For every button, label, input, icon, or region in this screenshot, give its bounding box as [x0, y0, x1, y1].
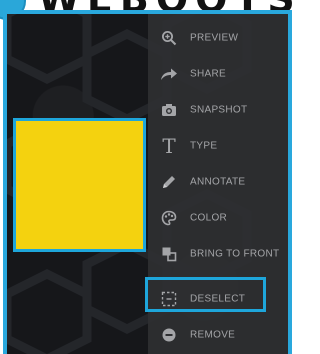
menu-item-label: SHARE [190, 68, 226, 80]
menu-item-label: PREVIEW [190, 32, 239, 44]
menu-item-preview[interactable]: PREVIEW [148, 21, 288, 55]
selected-yellow-layer[interactable] [13, 118, 146, 252]
menu-item-label: DESELECT [190, 293, 246, 305]
share-arrow-icon [159, 64, 179, 84]
palette-icon [159, 208, 179, 228]
menu-item-deselect[interactable]: DESELECT [148, 282, 288, 316]
pencil-icon [159, 172, 179, 192]
menu-item-label: SNAPSHOT [190, 104, 248, 116]
menu-item-color[interactable]: COLOR [148, 201, 288, 235]
menu-item-label: COLOR [190, 212, 228, 224]
menu-item-bring-to-front[interactable]: BRING TO FRONT [148, 237, 288, 271]
context-menu: PREVIEW SHARE SNAPSHOT T TYPE ANNOTATE C… [148, 14, 288, 354]
menu-item-label: ANNOTATE [190, 176, 246, 188]
menu-item-type[interactable]: T TYPE [148, 129, 288, 163]
deselect-icon [159, 289, 179, 309]
menu-item-label: TYPE [190, 140, 218, 152]
menu-item-share[interactable]: SHARE [148, 57, 288, 91]
text-type-icon: T [159, 136, 179, 156]
editor-panel: PREVIEW SHARE SNAPSHOT T TYPE ANNOTATE C… [3, 10, 292, 354]
menu-item-annotate[interactable]: ANNOTATE [148, 165, 288, 199]
svg-text:T: T [162, 136, 176, 156]
minus-circle-icon [159, 325, 179, 345]
camera-icon [159, 100, 179, 120]
menu-item-label: REMOVE [190, 329, 236, 341]
zoom-in-icon [159, 28, 179, 48]
menu-item-label: BRING TO FRONT [190, 248, 280, 260]
menu-item-remove[interactable]: REMOVE [148, 318, 288, 352]
bring-to-front-icon [159, 244, 179, 264]
menu-item-snapshot[interactable]: SNAPSHOT [148, 93, 288, 127]
